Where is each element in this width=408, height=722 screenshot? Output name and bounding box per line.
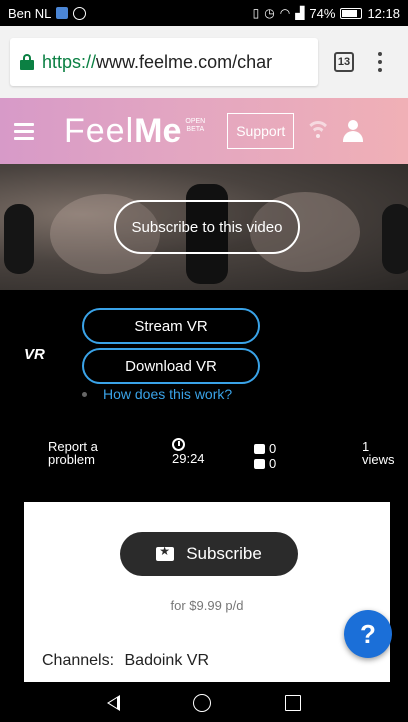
dislike-button[interactable]: 0 xyxy=(254,457,276,470)
badge-line1: OPEN xyxy=(185,117,206,125)
subscribe-button[interactable]: Subscribe xyxy=(120,532,298,576)
ticket-icon xyxy=(156,544,175,561)
status-bar-left: Ben NL xyxy=(8,5,87,21)
subscribe-card: Subscribe for $9.99 p/d Channels: Badoin… xyxy=(24,502,390,682)
subscribe-label: Subscribe xyxy=(186,544,262,563)
clock-icon xyxy=(172,438,185,451)
overflow-menu-icon[interactable] xyxy=(378,52,382,72)
view-count: 1 views xyxy=(362,440,395,466)
tab-switcher-button[interactable]: 13 xyxy=(334,52,354,72)
alarm-icon: ◷ xyxy=(264,6,275,20)
app-notification-icon xyxy=(56,7,69,19)
stream-vr-button[interactable]: Stream VR xyxy=(82,308,260,344)
lock-icon xyxy=(20,54,34,70)
signal-icon: ▟ xyxy=(295,6,305,20)
badge-line2: BETA xyxy=(186,125,205,133)
hamburger-menu-icon[interactable] xyxy=(14,122,34,140)
thumbs-down-icon xyxy=(254,458,265,469)
address-bar[interactable]: https://www.feelme.com/char xyxy=(10,38,318,86)
dislikes-count: 0 xyxy=(269,456,277,471)
tab-count: 13 xyxy=(337,56,351,68)
channels-label: Channels: xyxy=(42,652,115,669)
rating-block: 0 0 xyxy=(254,442,276,472)
duration-value: 29:24 xyxy=(172,451,205,466)
url-text: https://www.feelme.com/char xyxy=(42,52,272,73)
clock-time: 12:18 xyxy=(367,5,400,21)
home-icon[interactable] xyxy=(193,694,212,712)
site-header: Feel Me OPEN BETA Support xyxy=(0,98,408,164)
support-button[interactable]: Support xyxy=(227,113,295,149)
battery-percent: 74% xyxy=(309,5,336,21)
whatsapp-icon xyxy=(73,6,87,20)
thumbs-up-icon xyxy=(254,443,265,454)
vibrate-icon: ▯ xyxy=(252,6,260,20)
wifi-icon[interactable] xyxy=(306,121,331,141)
feelme-logo[interactable]: Feel Me OPEN BETA xyxy=(64,112,205,151)
price-text: for $9.99 p/d xyxy=(170,598,244,613)
video-preview: Subscribe to this video xyxy=(0,164,408,290)
back-icon[interactable] xyxy=(106,695,120,711)
likes-count: 0 xyxy=(269,441,277,456)
bullet-dot xyxy=(82,391,87,397)
url-host: www.feelme.com/char xyxy=(96,51,273,72)
open-beta-badge: OPEN BETA xyxy=(185,118,205,134)
subscribe-to-video-button[interactable]: Subscribe to this video xyxy=(114,200,300,254)
views-label: views xyxy=(362,452,395,467)
video-duration: 29:24 xyxy=(172,438,205,465)
how-does-this-work-link[interactable]: How does this work? xyxy=(103,386,232,402)
browser-toolbar: https://www.feelme.com/char 13 xyxy=(0,26,408,98)
logo-me: Me xyxy=(134,111,182,150)
status-bar: Ben NL ▯ ◷ ◠ ▟ 74% 12:18 xyxy=(0,0,408,26)
wifi-icon: ◠ xyxy=(279,6,291,20)
url-scheme: https:// xyxy=(42,51,97,72)
channels-row: Channels: Badoink VR xyxy=(42,652,209,670)
vr-label: VR xyxy=(24,346,45,363)
report-problem-link[interactable]: Report a problem xyxy=(48,440,98,466)
battery-icon xyxy=(340,7,363,19)
logo-feel: Feel xyxy=(64,111,135,150)
channel-link[interactable]: Badoink VR xyxy=(125,652,210,669)
download-vr-button[interactable]: Download VR xyxy=(82,348,260,384)
system-nav-bar xyxy=(0,684,408,722)
how-does-this-work: How does this work? xyxy=(82,386,232,402)
like-button[interactable]: 0 xyxy=(254,442,276,455)
help-button[interactable]: ? xyxy=(344,610,392,658)
carrier-name: Ben NL xyxy=(8,5,52,21)
recent-apps-icon[interactable] xyxy=(285,695,302,711)
status-bar-right: ▯ ◷ ◠ ▟ 74% 12:18 xyxy=(253,6,400,21)
user-account-icon[interactable] xyxy=(342,120,364,142)
report-line2: problem xyxy=(48,452,95,467)
